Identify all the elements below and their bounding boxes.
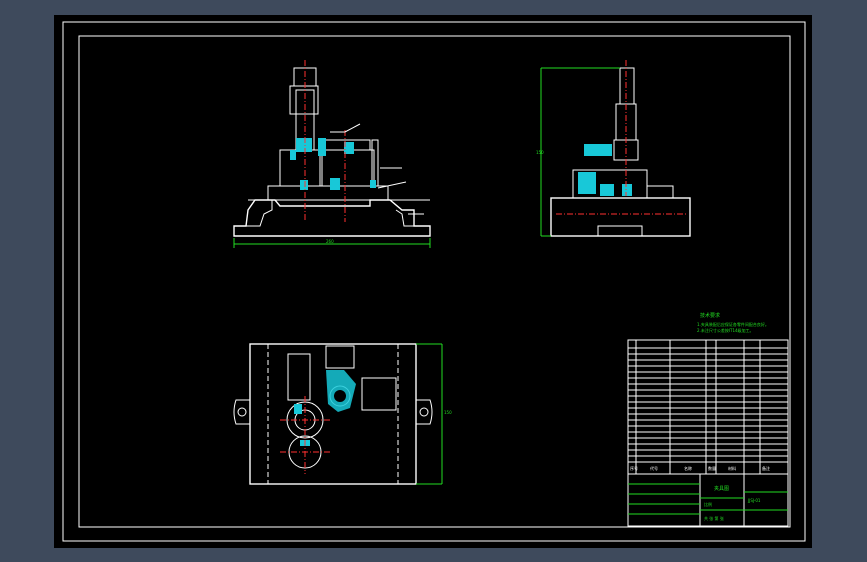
bom-header-no: 序号 [630,465,638,471]
sheet-border [62,21,806,542]
front-view-dimension: 260 [326,239,334,244]
bom-header-remark: 备注 [762,465,770,471]
bom-table: 代号 序号 名称 数量 材料 备注 [627,339,789,475]
technical-requirements: 技术要求 1.夹具装配后应保证各零件间配合良好。 2.未注尺寸公差按IT14级加… [697,312,769,333]
drawing-number: JJSJ-01 [747,498,761,503]
drawing-name: 夹具图 [714,485,729,492]
sheet-label: 共 张 第 张 [704,515,724,521]
top-view: 150 [233,343,452,485]
tech-req-line-1: 1.夹具装配后应保证各零件间配合良好。 [697,321,769,327]
drawing-frame [78,35,791,528]
front-view: 260 [233,60,431,248]
tech-req-title: 技术要求 [700,312,720,319]
top-view-dimension: 150 [444,410,452,415]
bom-header-code: 代号 [650,465,658,471]
bom-header-material: 材料 [728,465,736,471]
tech-req-line-2: 2.未注尺寸公差按IT14级加工。 [697,327,754,333]
scale-label: 比例 [704,501,712,507]
bom-header-name: 名称 [684,465,692,471]
side-view-dimension: 150 [536,150,544,155]
title-block: 夹具图 JJSJ-01 比例 共 张 第 张 [627,473,789,527]
bom-header-qty: 数量 [708,465,716,471]
side-view: 150 [536,60,691,237]
cad-drawing: 260 150 150 技术要求 1.夹具装配后应保证各零件间配合良好。 2.未… [62,21,806,542]
